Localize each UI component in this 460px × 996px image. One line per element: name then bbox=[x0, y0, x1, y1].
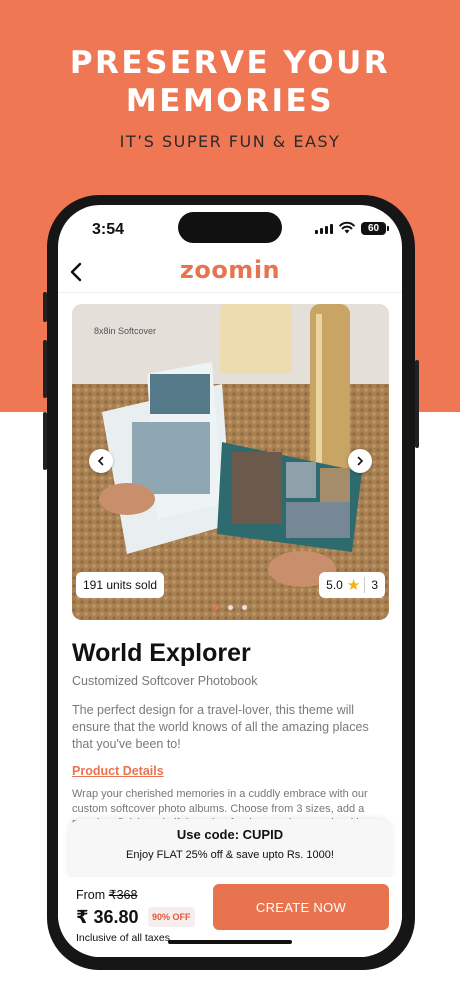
promo-headline: PRESERVE YOUR MEMORIES bbox=[0, 44, 460, 120]
chevron-right-icon bbox=[357, 456, 364, 466]
coupon-banner[interactable]: Use code: CUPID Enjoy FLAT 25% off & sav… bbox=[68, 819, 392, 877]
carousel-next-button[interactable] bbox=[348, 449, 372, 473]
rating-badge[interactable]: 5.0 ★ 3 bbox=[319, 572, 385, 598]
discount-badge: 90% OFF bbox=[148, 907, 195, 927]
checkout-footer: From ₹368 ₹ 36.80 90% OFF Inclusive of a… bbox=[58, 877, 402, 957]
price-from: From ₹368 bbox=[76, 887, 137, 902]
dynamic-island bbox=[178, 212, 282, 243]
rating-value: 5.0 bbox=[326, 578, 343, 592]
star-icon: ★ bbox=[346, 577, 361, 594]
product-subtitle: Customized Softcover Photobook bbox=[72, 674, 258, 688]
coupon-code: Use code: CUPID bbox=[176, 827, 284, 842]
from-label: From bbox=[76, 888, 106, 902]
create-now-button[interactable]: CREATE NOW bbox=[213, 884, 389, 930]
headline-line-1: PRESERVE YOUR bbox=[69, 45, 391, 81]
app-header: zoomin bbox=[58, 253, 402, 293]
status-time: 3:54 bbox=[92, 221, 125, 238]
units-sold-badge: 191 units sold bbox=[76, 572, 165, 598]
signal-icon bbox=[315, 224, 333, 234]
rating-divider bbox=[364, 577, 366, 593]
tax-note: Inclusive of all taxes bbox=[76, 932, 170, 944]
product-description: The perfect design for a travel-lover, t… bbox=[72, 703, 369, 751]
battery-icon: 60 bbox=[361, 222, 389, 235]
product-details-link[interactable]: Product Details bbox=[72, 764, 164, 778]
current-price: ₹ 36.80 bbox=[76, 907, 139, 927]
product-title: World Explorer bbox=[72, 639, 251, 667]
chevron-left-icon bbox=[97, 456, 104, 466]
headline-line-2: MEMORIES bbox=[125, 83, 335, 119]
carousel-dot[interactable] bbox=[242, 605, 247, 610]
home-indicator[interactable] bbox=[168, 940, 292, 944]
carousel-dots bbox=[72, 605, 389, 610]
product-image-carousel[interactable]: 8x8in Softcover 191 units sold 5.0 ★ 3 bbox=[72, 304, 389, 620]
promo-subline: IT’S SUPER FUN & EASY bbox=[119, 132, 341, 151]
carousel-prev-button[interactable] bbox=[89, 449, 113, 473]
carousel-dot[interactable] bbox=[228, 605, 233, 610]
zoomin-logo: zoomin bbox=[179, 256, 281, 284]
image-size-tag: 8x8in Softcover bbox=[94, 326, 157, 336]
review-count: 3 bbox=[371, 578, 378, 592]
status-bar: 3:54 60 bbox=[58, 205, 402, 253]
coupon-offer: Enjoy FLAT 25% off & save upto Rs. 1000! bbox=[126, 849, 334, 861]
wifi-icon bbox=[339, 221, 355, 234]
original-price: ₹368 bbox=[108, 888, 138, 902]
phone-power-button bbox=[415, 360, 419, 448]
phone-screen: 3:54 60 zoomin 8x8in Softcover 191 units… bbox=[58, 205, 402, 957]
carousel-dot[interactable] bbox=[214, 605, 219, 610]
